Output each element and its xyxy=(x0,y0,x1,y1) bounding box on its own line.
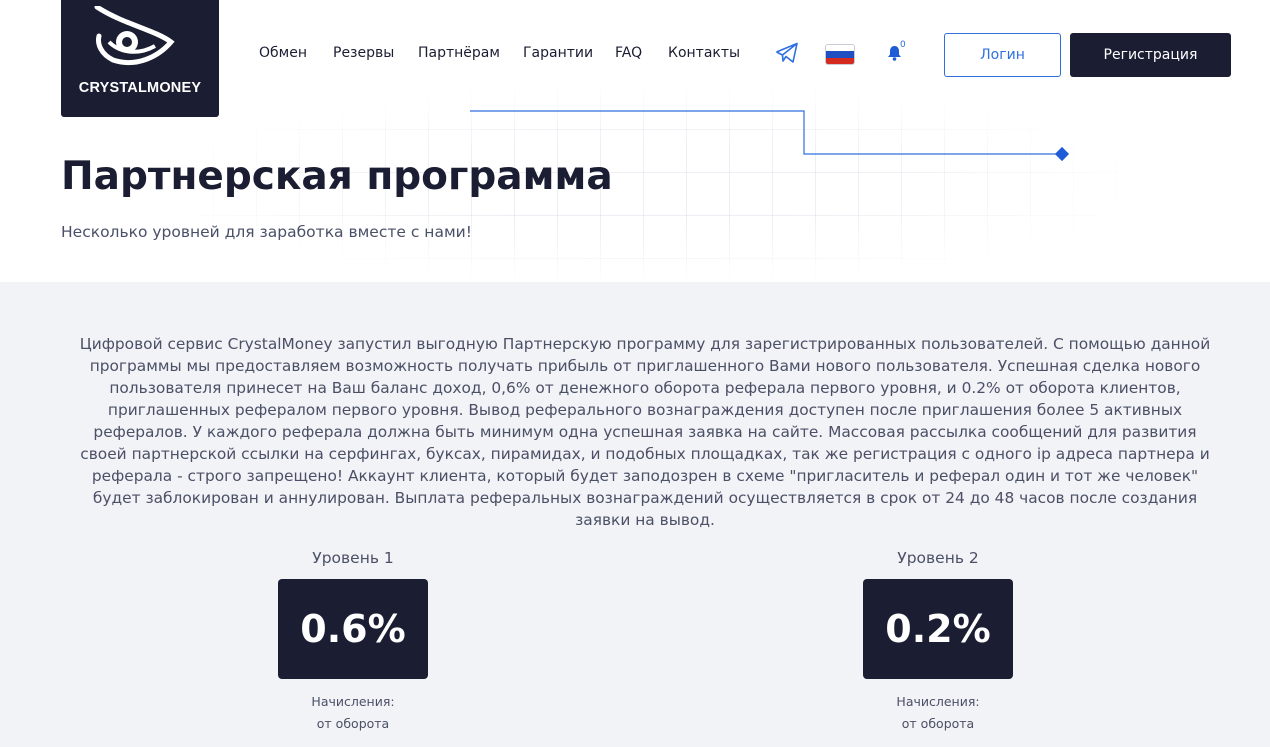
nav-item-exchange[interactable]: Обмен xyxy=(259,45,307,61)
level-note-label: Начисления: xyxy=(896,694,980,709)
nav-item-partners[interactable]: Партнёрам xyxy=(418,45,500,61)
russian-flag-icon[interactable] xyxy=(825,44,855,65)
page-title: Партнерская программа xyxy=(61,154,613,199)
level-card-1: Уровень 1 0.6% Начисления: от оборота xyxy=(278,549,428,735)
telegram-icon[interactable] xyxy=(775,42,799,64)
site-header: CRYSTALMONEY Обмен Резервы Партнёрам Гар… xyxy=(0,0,1270,282)
partner-program-section: Цифровой сервис CrystalMoney запустил вы… xyxy=(0,282,1270,747)
level-note-value: от оборота xyxy=(316,716,390,731)
level-note-value: от оборота xyxy=(901,716,975,731)
logo-text: CRYSTALMONEY xyxy=(78,80,202,96)
login-button[interactable]: Логин xyxy=(944,33,1061,77)
level-percent: 0.2% xyxy=(863,579,1013,679)
nav-item-faq[interactable]: FAQ xyxy=(615,45,642,61)
level-note: Начисления: от оборота xyxy=(863,691,1013,735)
level-title: Уровень 2 xyxy=(897,549,979,567)
eye-logo-icon xyxy=(94,6,175,66)
program-description: Цифровой сервис CrystalMoney запустил вы… xyxy=(79,335,1211,529)
level-card-2: Уровень 2 0.2% Начисления: от оборота xyxy=(863,549,1013,735)
nav-item-reserves[interactable]: Резервы xyxy=(333,45,394,61)
level-title: Уровень 1 xyxy=(312,549,394,567)
page-subtitle: Несколько уровней для заработка вместе с… xyxy=(61,223,472,241)
nav-item-guarantees[interactable]: Гарантии xyxy=(523,45,593,61)
notification-count: 0 xyxy=(900,40,906,50)
level-note: Начисления: от оборота xyxy=(278,691,428,735)
level-percent: 0.6% xyxy=(278,579,428,679)
level-note-label: Начисления: xyxy=(311,694,395,709)
logo[interactable]: CRYSTALMONEY xyxy=(61,0,219,117)
register-button[interactable]: Регистрация xyxy=(1070,33,1231,77)
nav-item-contacts[interactable]: Контакты xyxy=(668,45,740,61)
